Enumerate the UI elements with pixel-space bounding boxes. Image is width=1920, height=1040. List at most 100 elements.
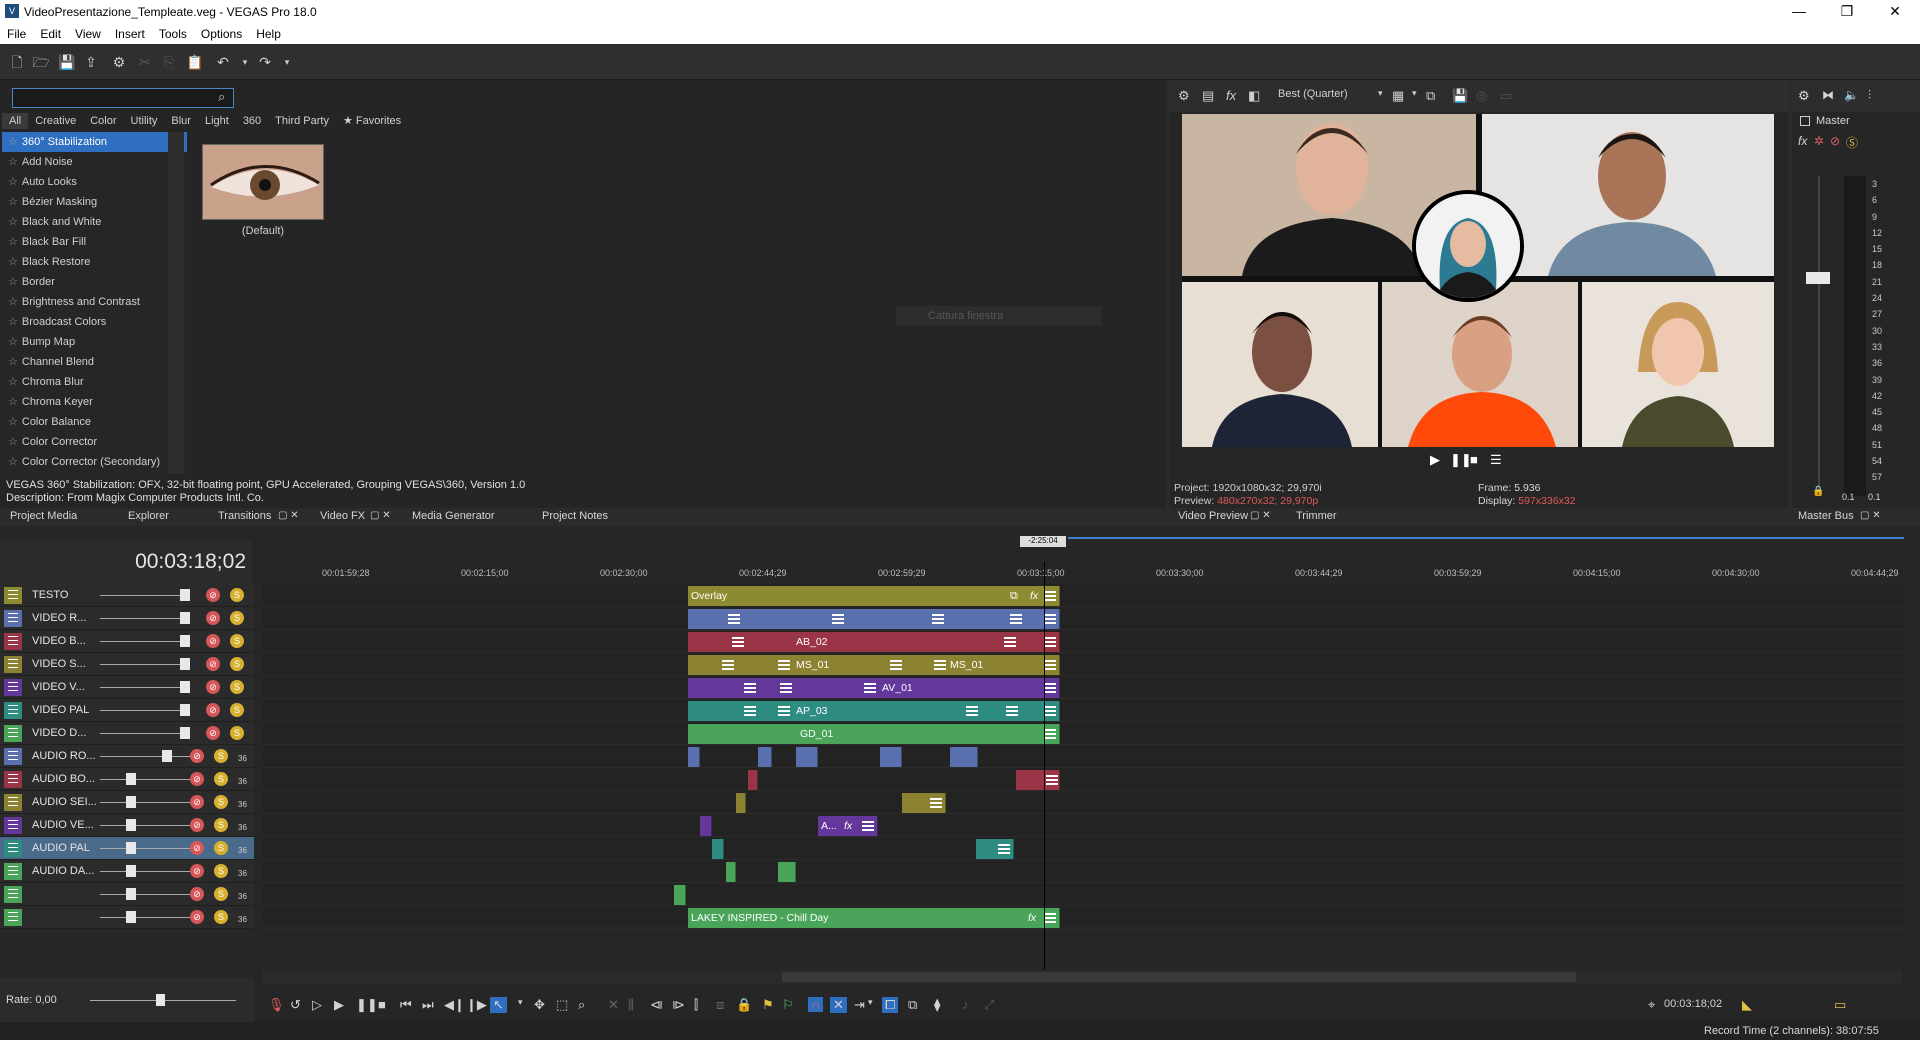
tab-360[interactable]: 360	[236, 113, 268, 129]
fx-item[interactable]: ☆ Black Restore	[2, 252, 187, 272]
star-icon[interactable]: ☆	[8, 436, 18, 448]
fx-icon[interactable]: fx	[844, 816, 852, 836]
star-icon[interactable]: ☆	[8, 236, 18, 248]
menu-help[interactable]: Help	[249, 24, 288, 41]
automation-icon[interactable]: ✲	[1814, 134, 1824, 148]
track-level-slider[interactable]	[100, 802, 190, 803]
tab-favorites[interactable]: ★ Favorites	[336, 112, 408, 129]
paste-icon[interactable]: 📋	[186, 53, 204, 71]
mute-icon[interactable]: ⊘	[190, 910, 204, 924]
clip-menu-icon[interactable]	[744, 683, 756, 693]
chevron-down-icon[interactable]: ▾	[868, 997, 873, 1008]
track-header[interactable]: ⊘ S 36	[0, 906, 254, 929]
mixer-icon[interactable]: ⫶	[1868, 88, 1871, 103]
star-icon[interactable]: ☆	[8, 196, 18, 208]
play-from-start-icon[interactable]: ▷	[312, 997, 322, 1013]
star-icon[interactable]: ☆	[8, 396, 18, 408]
solo-icon[interactable]: S	[230, 588, 244, 602]
crop-icon[interactable]: ⧉	[1010, 586, 1018, 606]
track-lane[interactable]	[262, 768, 1904, 791]
track-lane[interactable]	[262, 699, 1904, 722]
clip-menu-icon[interactable]	[1044, 637, 1056, 647]
mute-icon[interactable]: ⊘	[206, 657, 220, 671]
solo-icon[interactable]: S	[214, 818, 228, 832]
track-name[interactable]: VIDEO D...	[32, 727, 86, 739]
clip-menu-icon[interactable]	[780, 683, 792, 693]
record-icon[interactable]: 🎙	[268, 997, 285, 1013]
track-level-slider[interactable]	[100, 687, 190, 688]
track-slider-knob[interactable]	[162, 750, 172, 762]
clip-menu-icon[interactable]	[1044, 683, 1056, 693]
clip-menu-icon[interactable]	[998, 844, 1010, 854]
master-checkbox[interactable]	[1800, 116, 1810, 126]
loop-icon[interactable]: ↺	[290, 997, 301, 1013]
track-name[interactable]: TESTO	[32, 589, 68, 601]
solo-icon[interactable]: S	[214, 841, 228, 855]
audio-clip[interactable]	[796, 747, 818, 767]
pause-icon[interactable]: ❚❚	[356, 997, 378, 1013]
track-menu-icon[interactable]	[4, 840, 22, 857]
audio-clip[interactable]	[902, 793, 946, 813]
timeline-scrollbar[interactable]	[262, 970, 1902, 984]
undo-dropdown-icon[interactable]: ▾	[236, 53, 254, 71]
clip-menu-icon[interactable]	[732, 637, 744, 647]
playhead-cursor[interactable]	[1044, 562, 1045, 976]
fx-list-scrollbar[interactable]	[168, 132, 184, 474]
track-name[interactable]: VIDEO R...	[32, 612, 86, 624]
trim-end-icon[interactable]: ⧐	[672, 997, 685, 1013]
track-header[interactable]: AUDIO SEI... ⊘ S 36	[0, 791, 254, 814]
track-lane[interactable]	[262, 722, 1904, 745]
redo-dropdown-icon[interactable]: ▾	[278, 53, 296, 71]
play-icon[interactable]: ▶	[334, 997, 344, 1013]
mute-icon[interactable]: ⊘	[206, 611, 220, 625]
track-menu-icon[interactable]	[4, 656, 22, 673]
track-lane[interactable]	[262, 653, 1904, 676]
solo-icon[interactable]: S	[214, 887, 228, 901]
audio-clip[interactable]	[778, 862, 796, 882]
undo-icon[interactable]: ↶	[214, 53, 232, 71]
track-level-slider[interactable]	[100, 871, 190, 872]
track-menu-icon[interactable]	[4, 748, 22, 765]
preset-thumbnail[interactable]	[202, 144, 324, 220]
mute-icon[interactable]: ⊘	[206, 634, 220, 648]
minimize-button[interactable]: —	[1776, 0, 1822, 24]
envelope-tool-icon[interactable]: ✥	[534, 997, 545, 1013]
clip-overlay[interactable]: Overlay ⧉ fx	[688, 586, 1060, 606]
time-ruler[interactable]: 00:01:59;28 00:02:15;00 00:02:30;00 00:02:4…	[262, 564, 1904, 586]
clip-ap-03[interactable]: AP_03	[688, 701, 1060, 721]
fx-item[interactable]: ☆ Color Corrector	[2, 432, 187, 452]
track-slider-knob[interactable]	[126, 796, 136, 808]
clip-menu-icon[interactable]	[1044, 706, 1056, 716]
marker-icon[interactable]: ⚑	[762, 997, 774, 1013]
star-icon[interactable]: ☆	[8, 276, 18, 288]
overlay-icon[interactable]: ◎	[1476, 88, 1487, 104]
region-icon[interactable]: ⚐	[782, 997, 794, 1013]
loop-region-bar[interactable]	[1068, 537, 1904, 539]
track-level-slider[interactable]	[100, 917, 190, 918]
snapping-icon[interactable]: ∩	[808, 997, 824, 1012]
solo-icon[interactable]: S	[214, 795, 228, 809]
scope-icon[interactable]: ▭	[1500, 88, 1512, 104]
audio-clip[interactable]	[1016, 770, 1060, 790]
selection-tool-icon[interactable]: ⬚	[556, 997, 568, 1013]
track-slider-knob[interactable]	[180, 612, 190, 624]
play-icon[interactable]: ▶	[1430, 452, 1450, 468]
fx-item[interactable]: ☆ Black and White	[2, 212, 187, 232]
track-level-slider[interactable]	[100, 825, 190, 826]
chevron-down-icon[interactable]: ▾	[518, 997, 523, 1008]
save-snapshot-icon[interactable]: 💾	[1452, 88, 1468, 104]
track-header[interactable]: TESTO ⊘ S	[0, 584, 254, 607]
split-screen-icon[interactable]: ◧	[1248, 88, 1260, 104]
fx-icon[interactable]: fx	[1798, 134, 1807, 148]
chevron-down-icon[interactable]: ▾	[1378, 88, 1383, 99]
clip-ab-02[interactable]: AB_02	[688, 632, 1060, 652]
audio-clip[interactable]	[880, 747, 902, 767]
maximize-button[interactable]: ❐	[1824, 0, 1870, 24]
close-icon[interactable]: ▢ ✕	[278, 510, 299, 521]
track-name[interactable]: VIDEO PAL	[32, 704, 89, 716]
track-header[interactable]: AUDIO BO... ⊘ S 36	[0, 768, 254, 791]
mute-icon[interactable]: ⊘	[190, 887, 204, 901]
clip-menu-icon[interactable]	[722, 660, 734, 670]
audio-clip[interactable]	[758, 747, 772, 767]
track-menu-icon[interactable]	[4, 863, 22, 880]
